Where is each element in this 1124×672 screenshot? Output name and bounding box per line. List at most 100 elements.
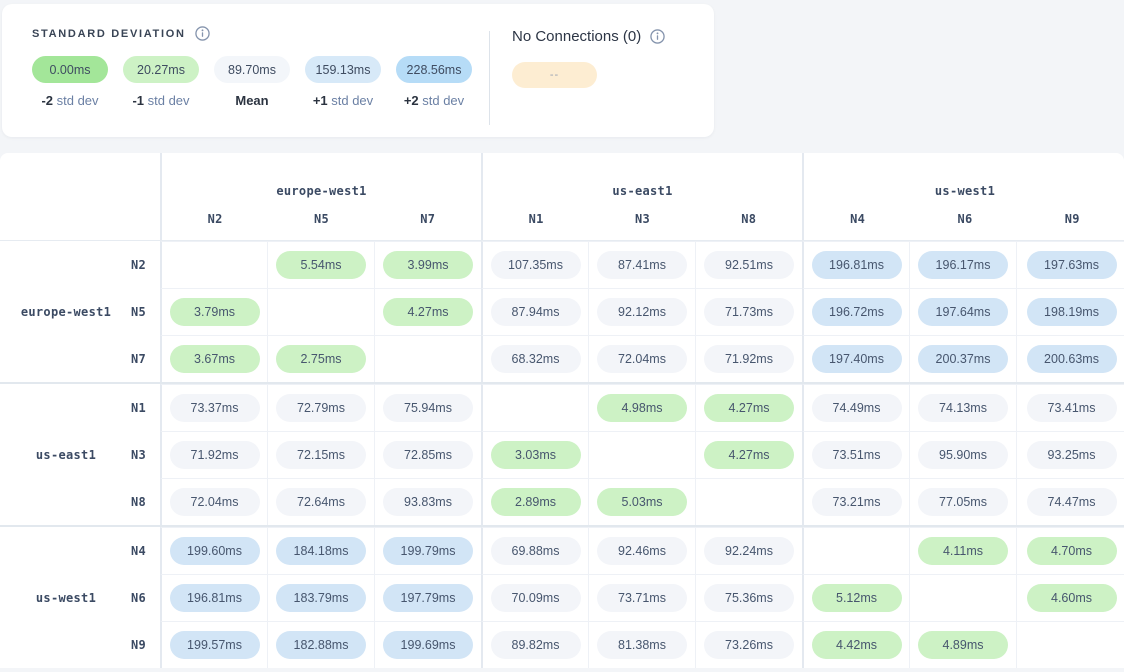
latency-pill[interactable]: 93.83ms	[383, 488, 473, 516]
latency-pill[interactable]: 183.79ms	[276, 584, 366, 612]
latency-pill[interactable]: 87.94ms	[491, 298, 581, 326]
column-region-label: us-west1	[804, 184, 1124, 198]
latency-pill[interactable]: 199.57ms	[170, 631, 260, 659]
latency-pill[interactable]: 74.47ms	[1027, 488, 1117, 516]
latency-pill[interactable]: 3.79ms	[170, 298, 260, 326]
latency-cell: 73.37ms	[160, 384, 267, 431]
latency-pill[interactable]: 3.99ms	[383, 251, 473, 279]
latency-pill[interactable]: 4.60ms	[1027, 584, 1117, 612]
latency-pill[interactable]: 74.13ms	[918, 394, 1008, 422]
latency-pill[interactable]: 89.82ms	[491, 631, 581, 659]
latency-pill[interactable]: 75.94ms	[383, 394, 473, 422]
latency-pill[interactable]: 5.12ms	[812, 584, 902, 612]
latency-pill[interactable]: 4.11ms	[918, 537, 1008, 565]
latency-pill[interactable]: 2.89ms	[491, 488, 581, 516]
latency-cell: 5.12ms	[802, 574, 909, 621]
latency-pill[interactable]: 72.79ms	[276, 394, 366, 422]
latency-pill[interactable]: 196.81ms	[812, 251, 902, 279]
latency-pill[interactable]: 199.79ms	[383, 537, 473, 565]
latency-cell: 73.26ms	[695, 621, 802, 668]
latency-pill[interactable]: 73.71ms	[597, 584, 687, 612]
latency-pill[interactable]: 71.92ms	[704, 345, 794, 373]
latency-pill[interactable]: 5.03ms	[597, 488, 687, 516]
latency-pill[interactable]: 4.89ms	[918, 631, 1008, 659]
latency-pill[interactable]: 71.73ms	[704, 298, 794, 326]
latency-pill[interactable]: 70.09ms	[491, 584, 581, 612]
latency-pill[interactable]: 3.03ms	[491, 441, 581, 469]
row-group-us-east1: us-east1N173.37ms72.79ms75.94ms4.98ms4.2…	[0, 382, 1124, 525]
latency-pill[interactable]: 200.37ms	[918, 345, 1008, 373]
latency-pill[interactable]: 68.32ms	[491, 345, 581, 373]
latency-pill[interactable]: 92.24ms	[704, 537, 794, 565]
latency-cell	[802, 527, 909, 574]
latency-pill[interactable]: 196.72ms	[812, 298, 902, 326]
latency-pill[interactable]: 73.51ms	[812, 441, 902, 469]
latency-pill[interactable]: 4.98ms	[597, 394, 687, 422]
latency-pill[interactable]: 93.25ms	[1027, 441, 1117, 469]
latency-pill[interactable]: 69.88ms	[491, 537, 581, 565]
latency-pill[interactable]: 92.51ms	[704, 251, 794, 279]
legend-card: STANDARD DEVIATION 0.00ms20.27ms89.70ms1…	[2, 4, 714, 137]
info-icon[interactable]	[650, 29, 665, 44]
latency-pill[interactable]: 198.19ms	[1027, 298, 1117, 326]
latency-pill[interactable]: 73.41ms	[1027, 394, 1117, 422]
latency-pill[interactable]: 5.54ms	[276, 251, 366, 279]
latency-pill[interactable]: 4.27ms	[704, 394, 794, 422]
latency-pill[interactable]: 197.79ms	[383, 584, 473, 612]
latency-pill[interactable]: 197.63ms	[1027, 251, 1117, 279]
latency-pill[interactable]: 199.60ms	[170, 537, 260, 565]
latency-cell: 3.03ms	[481, 431, 588, 478]
latency-pill[interactable]: 72.04ms	[170, 488, 260, 516]
latency-pill[interactable]: 107.35ms	[491, 251, 581, 279]
matrix-row-N9: N9199.57ms182.88ms199.69ms89.82ms81.38ms…	[0, 621, 1124, 668]
column-header-N3: N3	[589, 212, 695, 226]
latency-pill[interactable]: 197.40ms	[812, 345, 902, 373]
latency-pill[interactable]: 92.46ms	[597, 537, 687, 565]
latency-cell: 196.81ms	[802, 241, 909, 288]
latency-pill[interactable]: 77.05ms	[918, 488, 1008, 516]
latency-pill[interactable]: 73.21ms	[812, 488, 902, 516]
latency-pill[interactable]: 199.69ms	[383, 631, 473, 659]
no-connections-legend: No Connections (0) --	[512, 28, 665, 88]
latency-pill[interactable]: 72.15ms	[276, 441, 366, 469]
latency-pill[interactable]: 72.04ms	[597, 345, 687, 373]
latency-pill[interactable]: 87.41ms	[597, 251, 687, 279]
latency-pill[interactable]: 196.81ms	[170, 584, 260, 612]
no-connections-pill: --	[512, 62, 597, 88]
latency-pill[interactable]: 72.85ms	[383, 441, 473, 469]
column-header-N7: N7	[375, 212, 481, 226]
latency-cell: 81.38ms	[588, 621, 695, 668]
latency-pill[interactable]: 200.63ms	[1027, 345, 1117, 373]
latency-pill[interactable]: 184.18ms	[276, 537, 366, 565]
latency-cell: 71.73ms	[695, 288, 802, 335]
info-icon[interactable]	[195, 26, 210, 41]
latency-pill[interactable]: 197.64ms	[918, 298, 1008, 326]
latency-pill[interactable]: 196.17ms	[918, 251, 1008, 279]
legend-divider	[489, 31, 490, 125]
latency-cell: 4.60ms	[1016, 574, 1124, 621]
latency-pill[interactable]: 92.12ms	[597, 298, 687, 326]
column-header-N4: N4	[804, 212, 911, 226]
matrix-row-N1: N173.37ms72.79ms75.94ms4.98ms4.27ms74.49…	[0, 384, 1124, 431]
latency-pill[interactable]: 73.26ms	[704, 631, 794, 659]
latency-cell: 92.46ms	[588, 527, 695, 574]
latency-cell: 70.09ms	[481, 574, 588, 621]
latency-pill[interactable]: 3.67ms	[170, 345, 260, 373]
latency-pill[interactable]: 74.49ms	[812, 394, 902, 422]
latency-pill[interactable]: 95.90ms	[918, 441, 1008, 469]
latency-pill[interactable]: 73.37ms	[170, 394, 260, 422]
latency-pill[interactable]: 71.92ms	[170, 441, 260, 469]
latency-pill[interactable]: 81.38ms	[597, 631, 687, 659]
latency-cell: 73.41ms	[1016, 384, 1124, 431]
legend-pill-label: -2 std dev	[32, 93, 108, 108]
latency-pill[interactable]: 72.64ms	[276, 488, 366, 516]
latency-cell: 73.71ms	[588, 574, 695, 621]
latency-pill[interactable]: 75.36ms	[704, 584, 794, 612]
latency-pill[interactable]: 4.42ms	[812, 631, 902, 659]
latency-pill[interactable]: 182.88ms	[276, 631, 366, 659]
latency-pill[interactable]: 4.27ms	[383, 298, 473, 326]
std-dev-labels: -2 std dev-1 std devMean+1 std dev+2 std…	[32, 93, 472, 108]
latency-pill[interactable]: 2.75ms	[276, 345, 366, 373]
latency-pill[interactable]: 4.70ms	[1027, 537, 1117, 565]
latency-pill[interactable]: 4.27ms	[704, 441, 794, 469]
